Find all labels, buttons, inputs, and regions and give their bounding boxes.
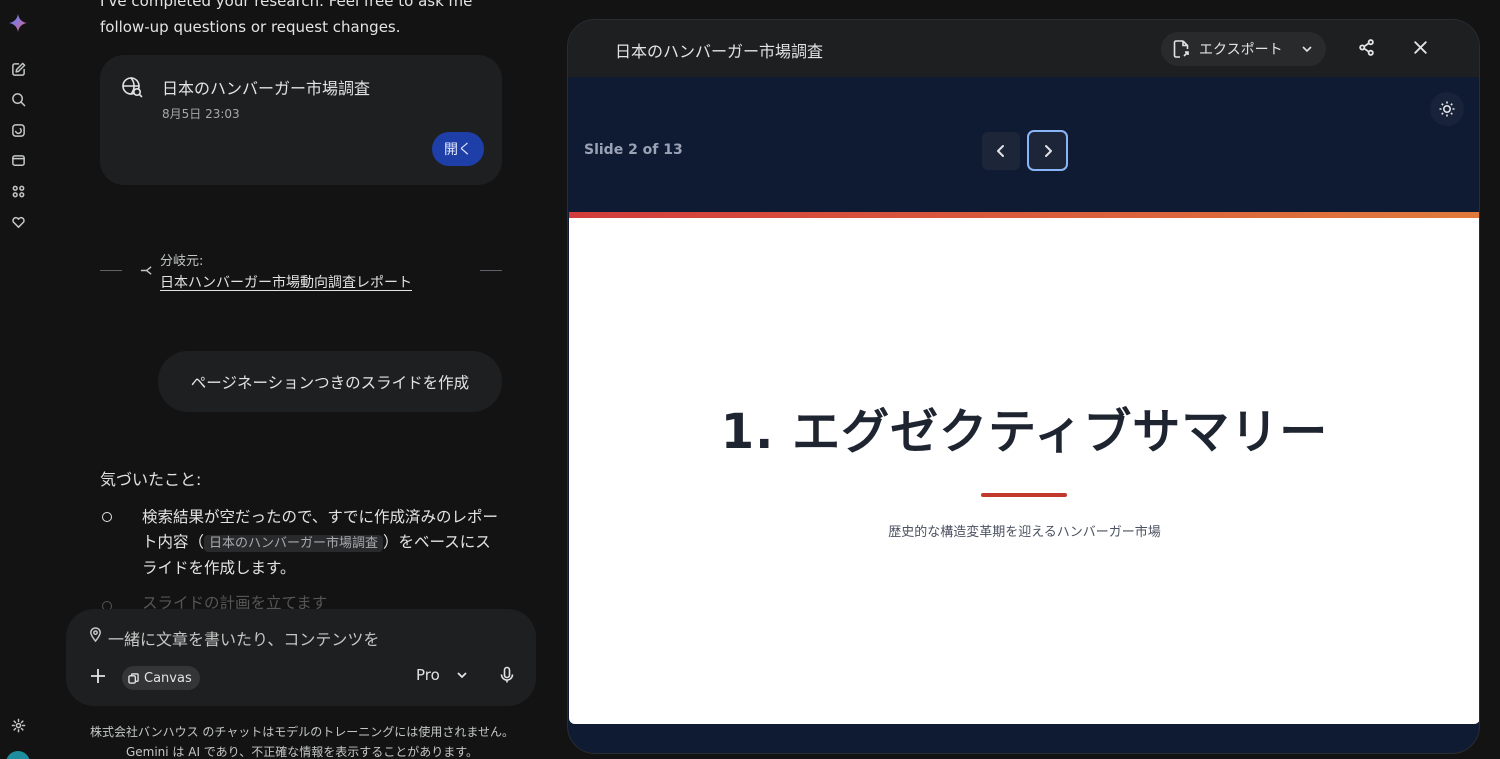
slide-title: 1. エグゼクティブサマリー xyxy=(720,404,1329,460)
research-doc-icon xyxy=(120,75,146,101)
previous-slide-button[interactable] xyxy=(982,132,1020,170)
canvas-panel: 日本のハンバーガー市場調査 エクスポート Slide 2 of 13 1. エグ… xyxy=(567,19,1480,754)
research-card-date: 8月5日 23:03 xyxy=(162,107,240,121)
microphone-icon[interactable] xyxy=(498,666,518,686)
notice-heading: 気づいたこと: xyxy=(100,470,202,489)
prompt-input[interactable]: 一緒に文章を書いたり、コンテンツを xyxy=(108,626,379,650)
settings-icon[interactable] xyxy=(9,716,27,734)
location-pin-icon xyxy=(88,627,104,643)
next-slide-button[interactable] xyxy=(1027,130,1068,171)
slide-subtitle: 歴史的な構造変革期を迎えるハンバーガー市場 xyxy=(888,525,1161,540)
canvas-title: 日本のハンバーガー市場調査 xyxy=(615,42,824,61)
notice-paragraph: 検索結果が空だったので、すでに作成済みのレポート内容（ 日本のハンバーガー市場調査… xyxy=(142,508,499,577)
new-chat-icon[interactable] xyxy=(9,60,27,78)
close-icon[interactable] xyxy=(1412,39,1432,59)
chat-column: I've completed your research. Feel free … xyxy=(62,0,542,759)
library-icon[interactable] xyxy=(9,151,27,169)
model-label: Pro xyxy=(416,666,440,684)
disclaimer: 株式会社バンハウス のチャットはモデルのトレーニングには使用されません。 Gem… xyxy=(90,725,514,759)
add-icon[interactable] xyxy=(88,666,108,686)
gemini-logo-icon[interactable] xyxy=(9,14,27,32)
branch-source-link[interactable]: 日本ハンバーガー市場動向調査レポート xyxy=(160,272,412,292)
canvas-icon xyxy=(128,672,139,684)
apps-icon[interactable] xyxy=(9,182,27,200)
left-rail xyxy=(0,0,36,759)
divider xyxy=(100,270,122,271)
chevron-down-icon xyxy=(1302,46,1312,53)
slide: 1. エグゼクティブサマリー 歴史的な構造変革期を迎えるハンバーガー市場 xyxy=(569,212,1479,724)
canvas-chip[interactable]: Canvas xyxy=(122,666,200,690)
export-label: エクスポート xyxy=(1199,42,1283,58)
slide-accent-bar xyxy=(569,212,1479,218)
bullet-icon xyxy=(102,512,112,522)
export-button[interactable]: エクスポート xyxy=(1161,32,1326,66)
heart-icon[interactable] xyxy=(9,213,27,231)
share-icon[interactable] xyxy=(1358,39,1378,59)
user-message: ページネーションつきのスライドを作成 xyxy=(158,351,502,412)
chevron-left-icon xyxy=(997,145,1004,157)
branch-icon xyxy=(140,262,154,276)
report-chip[interactable]: 日本のハンバーガー市場調査 xyxy=(204,535,384,552)
model-selector[interactable]: Pro xyxy=(416,666,468,684)
assistant-message: I've completed your research. Feel free … xyxy=(100,0,473,36)
divider xyxy=(480,270,502,271)
open-button[interactable]: 開く xyxy=(432,132,484,166)
chevron-right-icon xyxy=(1044,144,1052,157)
slide-divider xyxy=(981,493,1067,497)
canvas-chip-label: Canvas xyxy=(144,670,192,686)
branch-label: 分岐元: xyxy=(160,254,204,269)
research-card-title: 日本のハンバーガー市場調査 xyxy=(162,79,371,98)
theme-toggle-sun-icon[interactable] xyxy=(1430,92,1464,126)
research-card[interactable]: 日本のハンバーガー市場調査 8月5日 23:03 開く xyxy=(100,55,502,185)
slide-counter: Slide 2 of 13 xyxy=(584,142,683,158)
export-doc-icon xyxy=(1173,40,1189,58)
chevron-down-icon xyxy=(457,672,467,679)
prompt-input-box[interactable]: 一緒に文章を書いたり、コンテンツを Canvas Pro xyxy=(66,609,536,706)
gem-icon[interactable] xyxy=(9,121,27,139)
search-icon[interactable] xyxy=(9,90,27,108)
canvas-header: 日本のハンバーガー市場調査 エクスポート xyxy=(568,20,1479,77)
avatar[interactable] xyxy=(6,751,30,759)
